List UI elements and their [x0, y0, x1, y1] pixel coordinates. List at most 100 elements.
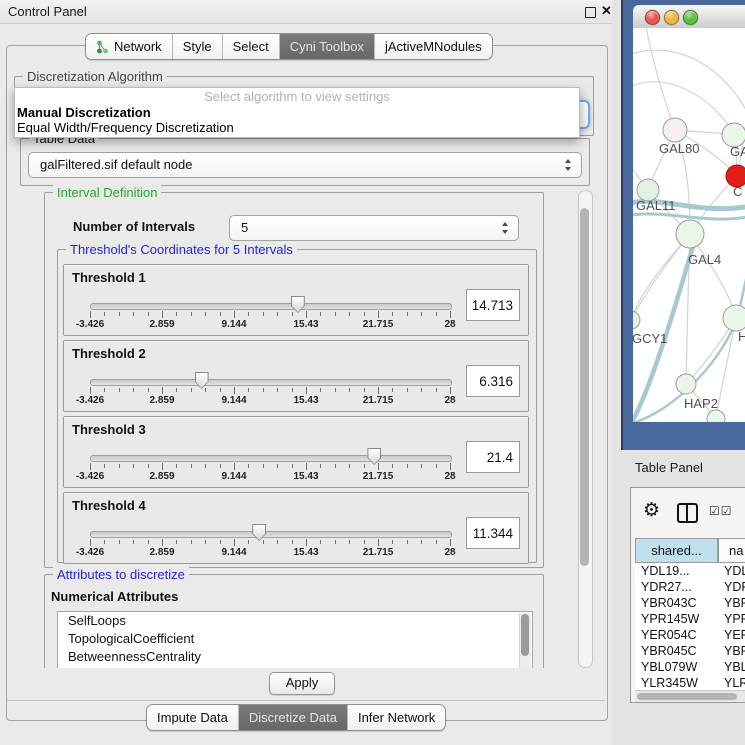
table-hscrollbar[interactable]: [635, 690, 745, 702]
axis-tick: [162, 311, 163, 318]
axis-tick-label: 28: [444, 471, 455, 482]
popup-option-equal-width[interactable]: Equal Width/Frequency Discretization: [17, 120, 234, 135]
network-node[interactable]: [633, 311, 640, 329]
apply-button[interactable]: Apply: [269, 672, 335, 695]
network-edge[interactable]: [633, 234, 690, 320]
network-edge-thick[interactable]: [740, 250, 745, 307]
threshold-label: Threshold 4: [72, 498, 146, 513]
axis-tick: [162, 463, 163, 470]
slider-track[interactable]: [90, 531, 452, 538]
axis-tick: [205, 388, 206, 392]
slider-thumb[interactable]: [195, 372, 209, 389]
column-header-shared-name[interactable]: shared...: [635, 538, 718, 563]
axis-tick: [436, 540, 437, 544]
tab-style[interactable]: Style: [173, 34, 223, 59]
attribute-list-item[interactable]: SelfLoops: [58, 612, 532, 630]
threshold-value-field[interactable]: 11.344: [466, 517, 520, 549]
network-edge[interactable]: [633, 50, 745, 120]
tab-jactivemnodules[interactable]: jActiveMNodules: [375, 34, 492, 59]
scrollbar-thumb[interactable]: [637, 693, 737, 700]
threshold-value-field[interactable]: 14.713: [466, 289, 520, 321]
axis-tick: [407, 388, 408, 392]
close-icon[interactable]: ✕: [601, 3, 612, 19]
numerical-attributes-list[interactable]: SelfLoopsTopologicalCoefficientBetweenne…: [57, 611, 533, 668]
table-row[interactable]: YDL19...YDL19...: [635, 563, 745, 579]
axis-tick: [90, 463, 91, 470]
slider-thumb[interactable]: [252, 524, 266, 541]
slider-track[interactable]: [90, 303, 452, 310]
bottom-tab-bar: Impute Data Discretize Data Infer Networ…: [146, 704, 446, 731]
threshold-row: Threshold 2-3.4262.8599.14415.4321.71528…: [63, 340, 529, 412]
table-row[interactable]: YBL079WYBL079W: [635, 659, 745, 675]
network-edge-thick[interactable]: [633, 214, 745, 219]
mac-zoom-icon[interactable]: [683, 10, 698, 25]
slider-track[interactable]: [90, 379, 452, 386]
mac-minimize-icon[interactable]: [664, 10, 679, 25]
slider-track[interactable]: [90, 455, 452, 462]
gear-icon[interactable]: ⚙: [643, 499, 660, 521]
list-scrollbar[interactable]: [519, 613, 531, 668]
popup-option-manual[interactable]: Manual Discretization: [17, 105, 151, 120]
tab-discretize-data[interactable]: Discretize Data: [239, 705, 348, 730]
threshold-value-field[interactable]: 21.4: [466, 441, 520, 473]
network-node-label: H: [738, 329, 745, 344]
axis-tick: [378, 311, 379, 318]
checkbox-icons[interactable]: ☑☑: [709, 504, 733, 518]
axis-tick-label: 28: [444, 319, 455, 330]
tab-cyni-toolbox[interactable]: Cyni Toolbox: [280, 34, 375, 59]
axis-tick: [263, 312, 264, 316]
axis-tick-label: 9.144: [221, 395, 246, 406]
network-node[interactable]: [676, 220, 704, 248]
tab-impute-data-label: Impute Data: [157, 710, 228, 725]
group-title: Discretization Algorithm: [23, 69, 167, 84]
axis-tick: [205, 540, 206, 544]
network-node[interactable]: [676, 374, 696, 394]
network-node[interactable]: [723, 305, 745, 331]
table-row[interactable]: YLR345WYLR345W: [635, 675, 745, 690]
axis-tick: [292, 312, 293, 316]
thresholds-group: Threshold's Coordinates for 5 Intervals …: [57, 249, 537, 563]
table-row[interactable]: YER054CYER054C: [635, 627, 745, 643]
column-header-name[interactable]: na: [718, 538, 745, 563]
tab-select[interactable]: Select: [223, 34, 280, 59]
axis-tick: [450, 463, 451, 470]
threshold-label: Threshold 2: [72, 346, 146, 361]
network-edge[interactable]: [645, 28, 675, 130]
network-node-label: GAL11: [636, 198, 676, 213]
table-cell: YDL19...: [718, 563, 745, 579]
scrollbar-thumb[interactable]: [580, 208, 589, 566]
float-window-icon[interactable]: [585, 7, 596, 18]
network-window-titlebar[interactable]: [633, 5, 745, 29]
attribute-list-item[interactable]: BetweennessCentrality: [58, 648, 532, 666]
settings-scrollbar[interactable]: [578, 190, 593, 668]
network-canvas[interactable]: GAL80GACGAL11GAL4GCY1HHAP2: [633, 28, 745, 422]
axis-tick: [148, 312, 149, 316]
axis-tick: [148, 540, 149, 544]
split-columns-icon[interactable]: [677, 503, 698, 523]
network-edge[interactable]: [633, 234, 690, 320]
number-of-intervals-combobox[interactable]: 5: [229, 215, 519, 241]
axis-tick-label: 21.715: [363, 395, 394, 406]
attribute-list-item[interactable]: TopologicalCoefficient: [58, 630, 532, 648]
axis-tick: [349, 464, 350, 468]
slider-thumb[interactable]: [291, 296, 305, 313]
axis-tick: [119, 540, 120, 544]
scrollbar-thumb[interactable]: [521, 614, 529, 656]
threshold-value-field[interactable]: 6.316: [466, 365, 520, 397]
network-node[interactable]: [663, 118, 687, 142]
table-panel-title: Table Panel: [635, 460, 703, 475]
threshold-rows: Threshold 1-3.4262.8599.14415.4321.71528…: [63, 264, 529, 568]
tab-impute-data[interactable]: Impute Data: [147, 705, 239, 730]
tab-infer-network[interactable]: Infer Network: [348, 705, 445, 730]
table-row[interactable]: YBR045CYBR045C: [635, 643, 745, 659]
table-data-combobox[interactable]: galFiltered.sif default node: [28, 152, 582, 178]
table-row[interactable]: YBR043CYBR043C: [635, 595, 745, 611]
table-row[interactable]: YPR145WYPR145W: [635, 611, 745, 627]
table-cell: YDL19...: [635, 563, 718, 579]
slider-thumb[interactable]: [367, 448, 381, 465]
mac-close-icon[interactable]: [645, 10, 660, 25]
axis-tick: [320, 540, 321, 544]
tab-network[interactable]: Network: [86, 34, 173, 59]
axis-tick: [436, 464, 437, 468]
table-row[interactable]: YDR27...YDR27...: [635, 579, 745, 595]
